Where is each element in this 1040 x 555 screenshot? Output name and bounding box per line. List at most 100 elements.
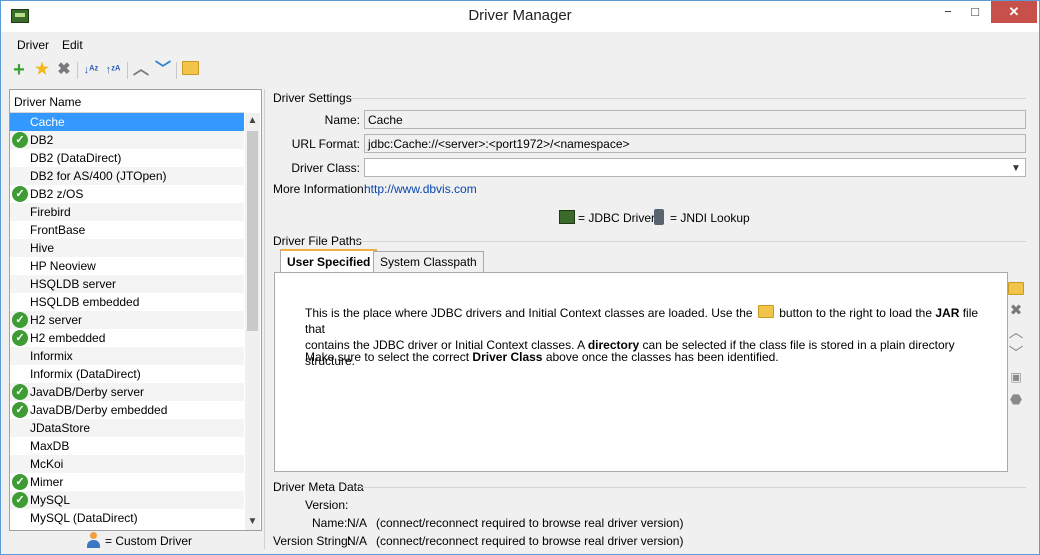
help-text-jar: JAR xyxy=(935,306,960,320)
more-information-link[interactable]: http://www.dbvis.com xyxy=(364,182,477,196)
meta-name-label: Name: xyxy=(312,516,348,530)
driver-name: H2 embedded xyxy=(30,331,106,345)
menu-driver[interactable]: Driver xyxy=(17,38,49,52)
driver-list-item[interactable]: HSQLDB server xyxy=(10,275,244,293)
load-folder-button[interactable] xyxy=(1008,282,1024,298)
driver-list-item[interactable]: ✓ DB2 z/OS xyxy=(10,185,244,203)
jdbc-driver-icon xyxy=(559,210,575,224)
help-paragraph-2: Make sure to select the correct Driver C… xyxy=(305,349,985,365)
driver-list-item[interactable]: ✓ H2 embedded xyxy=(10,329,244,347)
help-text-driver-class: Driver Class xyxy=(472,350,543,364)
tab-system-classpath[interactable]: System Classpath xyxy=(373,251,484,272)
driver-list-item[interactable]: ✓ DB2 xyxy=(10,131,244,149)
driver-name: JavaDB/Derby server xyxy=(30,385,145,399)
scrollbar-thumb[interactable] xyxy=(247,131,258,331)
check-circle-icon: ✓ xyxy=(12,402,28,418)
driver-list-item[interactable]: FrontBase xyxy=(10,221,244,239)
section-divider xyxy=(351,98,1026,99)
chevron-up-icon[interactable]: ︿ xyxy=(1008,325,1024,341)
check-circle-icon: ✓ xyxy=(12,312,28,328)
driver-list-item[interactable]: HP Neoview xyxy=(10,257,244,275)
panel-splitter[interactable] xyxy=(264,89,265,549)
driver-list-item[interactable]: HSQLDB embedded xyxy=(10,293,244,311)
version-string-note: (connect/reconnect required to browse re… xyxy=(376,534,684,548)
driver-name: Mimer xyxy=(30,475,64,489)
driver-name: JDataStore xyxy=(30,421,91,435)
close-button[interactable]: ✕ xyxy=(991,1,1037,23)
sort-ascending-icon[interactable]: ↓ᴬᶻ xyxy=(81,59,101,81)
driver-name: MySQL xyxy=(30,493,71,507)
chevron-down-icon[interactable]: ﹀ xyxy=(153,59,173,81)
scroll-down-icon[interactable]: ▼ xyxy=(245,514,260,530)
url-format-field[interactable]: jdbc:Cache://<server>:<port1972>/<namesp… xyxy=(364,134,1026,153)
chevron-up-icon[interactable]: ︿ xyxy=(131,59,151,81)
driver-name: MaxDB xyxy=(30,439,70,453)
sort-descending-icon[interactable]: ↑ᶻᴬ xyxy=(103,59,123,81)
driver-name: Cache xyxy=(30,115,65,129)
driver-name: H2 server xyxy=(30,313,83,327)
driver-name: HSQLDB server xyxy=(30,277,117,291)
remove-path-icon[interactable]: ✖ xyxy=(1008,303,1024,319)
check-circle-icon: ✓ xyxy=(12,186,28,202)
find-classes-icon[interactable]: ▣ xyxy=(1008,369,1024,385)
tab-user-specified[interactable]: User Specified xyxy=(280,249,378,274)
driver-list-item[interactable]: JDataStore xyxy=(10,419,244,437)
star-icon[interactable]: ★ xyxy=(32,59,52,81)
stop-icon[interactable]: ⬣ xyxy=(1008,391,1024,407)
driver-list-header[interactable]: Driver Name xyxy=(10,90,244,113)
minimize-button[interactable]: − xyxy=(933,1,963,23)
driver-name: DB2 z/OS xyxy=(30,187,84,201)
driver-list-item[interactable]: DB2 for AS/400 (JTOpen) xyxy=(10,167,244,185)
driver-list-item[interactable]: Informix (DataDirect) xyxy=(10,365,244,383)
driver-name: DB2 (DataDirect) xyxy=(30,151,122,165)
driver-list-item[interactable]: MySQL (DataDirect) xyxy=(10,509,244,527)
url-format-label: URL Format: xyxy=(291,137,360,151)
driver-name: HP Neoview xyxy=(30,259,96,273)
driver-list-header-label: Driver Name xyxy=(14,95,82,109)
x-icon[interactable]: ✖ xyxy=(54,59,74,81)
driver-meta-data-title: Driver Meta Data xyxy=(273,480,364,494)
driver-name: Firebird xyxy=(30,205,71,219)
driver-list-item[interactable]: Cache xyxy=(10,113,244,131)
driver-list-item[interactable]: McKoi xyxy=(10,455,244,473)
driver-name: DB2 for AS/400 (JTOpen) xyxy=(30,169,167,183)
help-text: button to the right to load the xyxy=(779,306,933,320)
driver-list-item[interactable]: DB2 (DataDirect) xyxy=(10,149,244,167)
more-information-label: More Information: xyxy=(273,182,368,196)
driver-name: JavaDB/Derby embedded xyxy=(30,403,168,417)
driver-name: Informix (DataDirect) xyxy=(30,367,141,381)
chevron-down-icon[interactable]: ▼ xyxy=(1009,159,1023,176)
driver-list-item[interactable]: ✓ JavaDB/Derby server xyxy=(10,383,244,401)
jndi-legend-label: = JNDI Lookup xyxy=(670,211,750,225)
driver-name: FrontBase xyxy=(30,223,86,237)
driver-list-item[interactable]: ✓ Mimer xyxy=(10,473,244,491)
version-string-label: Version String: xyxy=(273,534,352,548)
driver-list-item[interactable]: Hive xyxy=(10,239,244,257)
folder-icon xyxy=(757,305,774,318)
driver-list-item[interactable]: Informix xyxy=(10,347,244,365)
driver-list-item[interactable]: ✓ JavaDB/Derby embedded xyxy=(10,401,244,419)
name-field[interactable]: Cache xyxy=(364,110,1026,129)
driver-list-item[interactable]: Firebird xyxy=(10,203,244,221)
folder-icon[interactable] xyxy=(180,59,200,81)
plus-icon[interactable]: + xyxy=(9,59,29,81)
chevron-down-icon[interactable]: ﹀ xyxy=(1008,346,1024,362)
help-text: above once the classes has been identifi… xyxy=(545,350,779,364)
maximize-button[interactable]: □ xyxy=(960,1,990,23)
driver-list-scrollbar[interactable]: ▲ ▼ xyxy=(245,113,260,530)
driver-list-item[interactable]: ✓ H2 server xyxy=(10,311,244,329)
driver-name: Informix xyxy=(30,349,73,363)
driver-file-paths-title: Driver File Paths xyxy=(273,234,362,248)
driver-list-item[interactable]: MaxDB xyxy=(10,437,244,455)
check-circle-icon: ✓ xyxy=(12,384,28,400)
driver-list: Cache ✓ DB2 DB2 (DataDirect) DB2 for AS/400 … xyxy=(10,113,244,527)
scroll-up-icon[interactable]: ▲ xyxy=(245,113,260,129)
custom-driver-icon xyxy=(87,532,100,548)
menu-edit[interactable]: Edit xyxy=(62,38,83,52)
custom-driver-legend-label: = Custom Driver xyxy=(105,534,193,548)
driver-class-dropdown[interactable]: ▼ xyxy=(364,158,1026,177)
section-divider xyxy=(361,487,1026,488)
jndi-lookup-icon xyxy=(654,209,664,225)
jdbc-legend-label: = JDBC Driver xyxy=(578,211,656,225)
driver-list-item[interactable]: ✓ MySQL xyxy=(10,491,244,509)
